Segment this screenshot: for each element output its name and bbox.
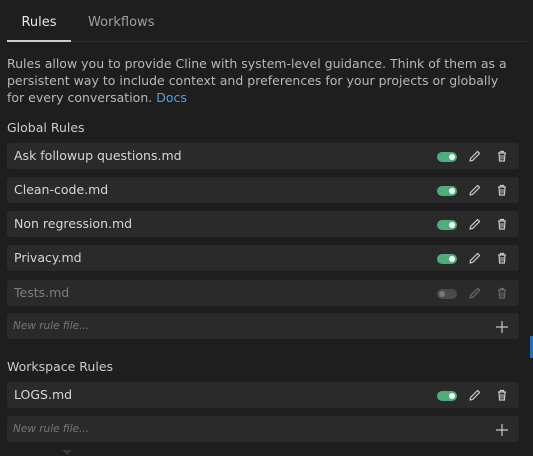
- rule-name: LOGS.md: [14, 387, 73, 402]
- new-rule-input[interactable]: [13, 317, 453, 335]
- tab-rules[interactable]: Rules: [7, 4, 71, 42]
- rule-toggle[interactable]: [437, 391, 457, 401]
- workspace-rules-title: Workspace Rules: [7, 359, 114, 374]
- rule-toggle[interactable]: [437, 289, 457, 299]
- rule-name: Ask followup questions.md: [14, 148, 182, 163]
- pencil-icon[interactable]: [468, 251, 482, 265]
- new-workspace-rule-row: [7, 416, 519, 442]
- tab-bar: Rules Workflows: [7, 4, 527, 42]
- rule-row: LOGS.md: [7, 382, 519, 408]
- new-rule-input[interactable]: [13, 420, 453, 438]
- trash-icon[interactable]: [495, 388, 509, 402]
- rules-description: Rules allow you to provide Cline with sy…: [7, 55, 519, 106]
- rules-panel: Rules Workflows Rules allow you to provi…: [0, 0, 533, 456]
- rule-toggle[interactable]: [437, 186, 457, 196]
- trash-icon[interactable]: [495, 286, 509, 300]
- rule-row: Privacy.md: [7, 245, 519, 271]
- trash-icon[interactable]: [495, 183, 509, 197]
- rule-name: Tests.md: [14, 285, 70, 300]
- new-global-rule-row: [7, 313, 519, 339]
- pencil-icon[interactable]: [468, 388, 482, 402]
- tab-workflows[interactable]: Workflows: [88, 4, 154, 42]
- plus-icon[interactable]: [495, 319, 509, 333]
- rule-name: Privacy.md: [14, 250, 82, 265]
- docs-link[interactable]: Docs: [156, 90, 187, 105]
- trash-icon[interactable]: [495, 251, 509, 265]
- trash-icon[interactable]: [495, 149, 509, 163]
- pencil-icon[interactable]: [468, 149, 482, 163]
- trash-icon[interactable]: [495, 217, 509, 231]
- rule-toggle[interactable]: [437, 220, 457, 230]
- rule-row: Ask followup questions.md: [7, 143, 519, 169]
- resize-notch: [62, 450, 72, 455]
- rule-toggle[interactable]: [437, 254, 457, 264]
- plus-icon[interactable]: [495, 422, 509, 436]
- pencil-icon[interactable]: [468, 286, 482, 300]
- description-text: Rules allow you to provide Cline with sy…: [7, 56, 507, 105]
- rule-toggle[interactable]: [437, 152, 457, 162]
- rule-name: Non regression.md: [14, 216, 133, 231]
- global-rules-title: Global Rules: [7, 120, 85, 135]
- pencil-icon[interactable]: [468, 183, 482, 197]
- pencil-icon[interactable]: [468, 217, 482, 231]
- rule-row: Tests.md: [7, 280, 519, 306]
- rule-name: Clean-code.md: [14, 182, 109, 197]
- rule-row: Clean-code.md: [7, 177, 519, 203]
- rule-row: Non regression.md: [7, 211, 519, 237]
